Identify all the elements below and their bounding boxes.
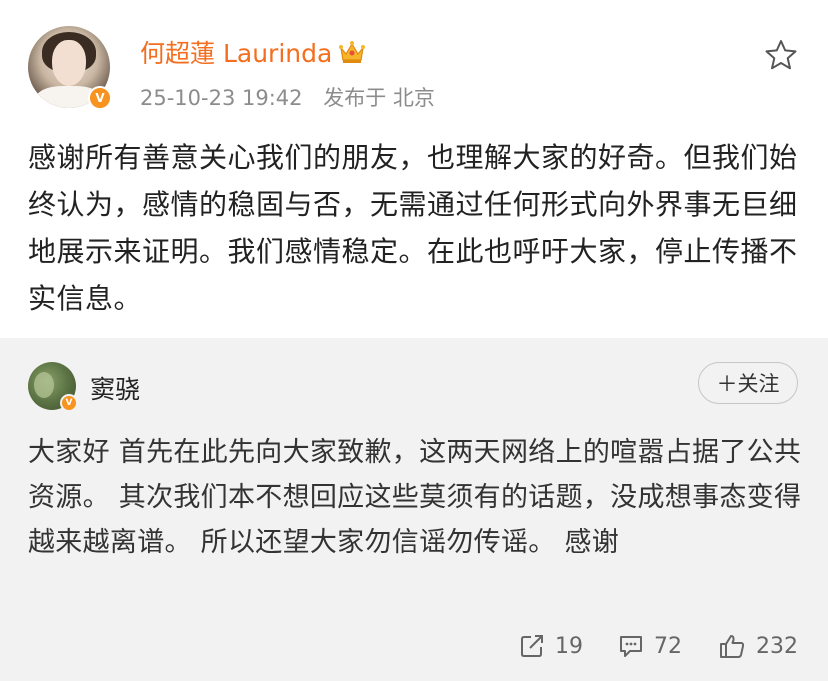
author-name[interactable]: 何超蓮 Laurinda — [140, 34, 332, 70]
comment-count-button[interactable]: 72 — [618, 630, 682, 662]
repost-text: 大家好 首先在此先向大家致歉，这两天网络上的喧嚣占据了公共资源。 其次我们本不想… — [28, 437, 802, 558]
follow-button[interactable]: ＋关注 — [698, 362, 798, 404]
repost-verified-badge: V — [60, 394, 78, 412]
star-icon[interactable] — [764, 38, 798, 72]
repost-count: 19 — [555, 633, 583, 659]
like-count-button[interactable]: 232 — [718, 630, 798, 662]
share-icon — [521, 635, 543, 657]
repost-author-name[interactable]: 窦骁 — [90, 370, 140, 406]
crown-icon — [339, 41, 366, 63]
post-location: 发布于 北京 — [323, 86, 435, 110]
like-count: 232 — [756, 633, 798, 659]
comment-icon — [620, 636, 642, 657]
thumbs-up-icon — [720, 635, 745, 658]
verified-badge: V — [88, 86, 112, 110]
author-name-row: 何超蓮 Laurinda — [140, 34, 366, 70]
repost-count-button[interactable]: 19 — [519, 630, 583, 662]
post-text: 感谢所有善意关心我们的朋友，也理解大家的好奇。但我们始终认为，感情的稳固与否，无… — [28, 141, 798, 315]
post-date: 25-10-23 19:42 — [140, 86, 303, 110]
comment-count: 72 — [654, 633, 682, 659]
post-meta: 25-10-23 19:42 发布于 北京 — [140, 82, 449, 112]
